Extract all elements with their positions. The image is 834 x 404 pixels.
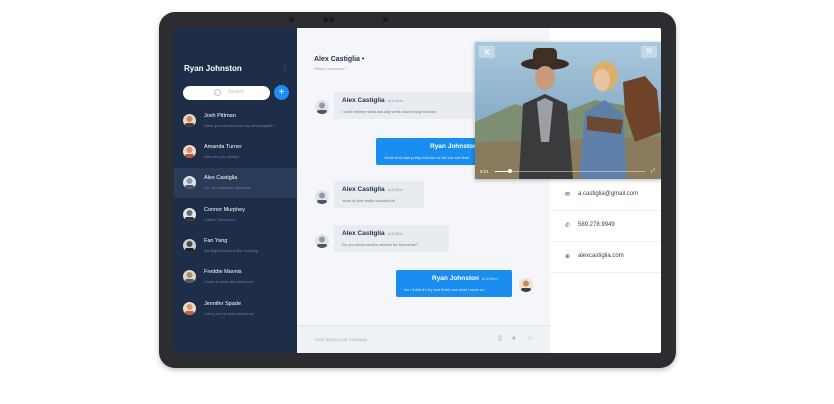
contact-item-active[interactable]: Alex Castiglia Oh, so confused right now — [174, 168, 297, 198]
video-frame — [475, 42, 661, 179]
avatar — [519, 278, 533, 292]
avatar — [183, 114, 196, 127]
message-sender: Alex Castiglia at 4:30pm — [342, 97, 404, 104]
more-icon[interactable]: ⋮ — [281, 64, 289, 73]
contact-name: Jennifer Spade — [204, 301, 241, 307]
contact-item[interactable]: Freddie Mavnis I have a class this after… — [174, 262, 297, 292]
contact-preview: I have a class this afternoon — [204, 279, 254, 284]
video-camera-icon[interactable]: ■ — [512, 336, 519, 342]
phone-icon: ✆ — [565, 223, 571, 229]
current-user-name: Ryan Johnston — [184, 64, 242, 73]
contact-item[interactable]: Connor Murphey Coffee Tomorrow? — [174, 200, 297, 230]
fullscreen-icon[interactable]: ⤢ — [651, 168, 655, 174]
search-icon — [214, 89, 221, 96]
message-text: I can't believe what actually went down … — [342, 109, 436, 114]
contact-name: Connor Murphey — [204, 207, 245, 213]
avatar — [315, 190, 329, 204]
chat-status: What's awesome? — [314, 66, 347, 71]
info-website-row[interactable]: ⊕ alexcastiglia.com — [550, 242, 661, 273]
contact-preview: My flight leaves in the morning — [204, 248, 259, 253]
sensor-dot — [383, 17, 388, 22]
message-text: Do you know what's needed for tomorrow? — [342, 242, 418, 247]
add-contact-button[interactable]: + — [274, 85, 289, 100]
camera-dot — [329, 17, 334, 22]
contact-email: a.castiglia@gmail.com — [578, 191, 639, 197]
video-time: 0:21 — [480, 169, 489, 174]
video-player[interactable]: ✕ ⧉ 0:21 ⤢ — [475, 42, 661, 179]
message-bubble: Alex Castiglia at 5:00pm Do you know what… — [334, 225, 449, 252]
avatar — [183, 239, 196, 252]
info-phone-row[interactable]: ✆ 589.278.9949 — [550, 211, 661, 242]
search-placeholder: Search — [228, 89, 244, 95]
contact-preview: Oh, so confused right now — [204, 185, 251, 190]
chat-title: Alex Castiglia • — [314, 56, 365, 63]
message-bubble: Alex Castiglia at 5:00pm Yeah lol just re… — [334, 181, 424, 208]
avatar — [315, 100, 329, 114]
contact-name: Amanda Turner — [204, 144, 242, 150]
info-email-row[interactable]: ✉ a.castiglia@gmail.com — [550, 180, 661, 211]
message-text: Yeah lol just really shocked lol — [342, 198, 396, 203]
sensor-dot — [289, 17, 294, 22]
message-composer[interactable]: Start typing your message... 🎙 ■ ☺ — [297, 325, 550, 353]
contact-website: alexcastiglia.com — [578, 253, 624, 259]
pip-toggle-button[interactable]: ⧉ — [641, 46, 657, 58]
close-video-button[interactable]: ✕ — [479, 46, 495, 58]
avatar — [183, 145, 196, 158]
contact-phone: 589.278.9949 — [578, 222, 615, 228]
message-bubble-outgoing: Ryan Johnston at 5:05pm No I think it's f… — [396, 270, 512, 297]
message-sender: Alex Castiglia at 5:00pm — [342, 230, 404, 237]
video-progress-bar[interactable] — [495, 169, 645, 173]
contact-name: Freddie Mavnis — [204, 269, 242, 275]
contact-item[interactable]: Amanda Turner How are you doing? — [174, 137, 297, 167]
avatar — [183, 176, 196, 189]
contact-name: Fan Yang — [204, 238, 228, 244]
video-scrubber-handle[interactable] — [508, 169, 512, 173]
message-text: No I think it's fry and finish out what … — [404, 287, 485, 292]
contact-preview: Have you checked out my new jetpack? — [204, 123, 275, 128]
avatar — [183, 270, 196, 283]
emoji-icon[interactable]: ☺ — [527, 336, 534, 342]
contacts-sidebar: Ryan Johnston ⋮ Search + Josh Pittman Ha… — [174, 28, 297, 353]
contact-preview: Going on the train tomorrow — [204, 311, 254, 316]
message-bubble: Alex Castiglia at 4:30pm I can't believe … — [334, 92, 474, 119]
search-input[interactable]: Search — [183, 86, 270, 100]
tablet-frame: Ryan Johnston ⋮ Search + Josh Pittman Ha… — [159, 12, 676, 368]
contact-preview: How are you doing? — [204, 154, 240, 159]
avatar — [183, 208, 196, 221]
avatar — [315, 234, 329, 248]
camera-dot — [323, 17, 328, 22]
mail-icon: ✉ — [565, 192, 571, 198]
avatar — [183, 302, 196, 315]
app-screen: Ryan Johnston ⋮ Search + Josh Pittman Ha… — [174, 28, 661, 353]
contact-item[interactable]: Josh Pittman Have you checked out my new… — [174, 106, 297, 136]
message-sender: Ryan Johnston — [430, 143, 477, 150]
contact-item[interactable]: Jennifer Spade Going on the train tomorr… — [174, 294, 297, 324]
contact-preview: Coffee Tomorrow? — [204, 217, 237, 222]
microphone-icon[interactable]: 🎙 — [496, 336, 504, 342]
message-text: Yeah! that was pretty intense lol did no… — [384, 155, 469, 160]
contact-item[interactable]: Fan Yang My flight leaves in the morning — [174, 231, 297, 261]
message-bubble-outgoing: Ryan Johnston Yeah! that was pretty inte… — [376, 138, 486, 165]
message-sender: Alex Castiglia at 5:00pm — [342, 186, 404, 193]
composer-placeholder: Start typing your message... — [315, 337, 372, 342]
globe-icon: ⊕ — [565, 254, 571, 260]
contact-name: Josh Pittman — [204, 113, 236, 119]
contact-name: Alex Castiglia — [204, 175, 238, 181]
message-sender: Ryan Johnston at 5:05pm — [432, 275, 498, 282]
